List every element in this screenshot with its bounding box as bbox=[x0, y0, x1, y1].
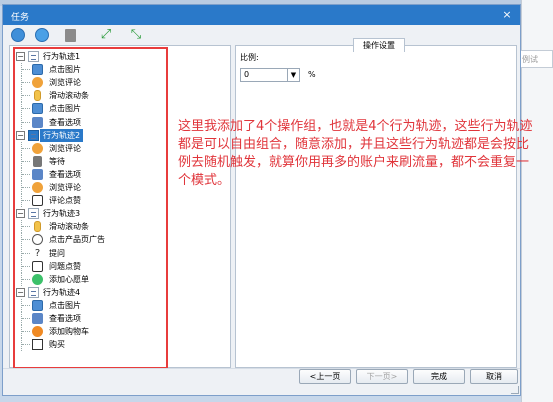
tree-action-label: 查看选项 bbox=[49, 314, 81, 323]
annotation-text: 这里我添加了4个操作组，也就是4个行为轨迹，这些行为轨迹都是可以自由组合，随意添… bbox=[178, 119, 533, 188]
comment-icon bbox=[32, 182, 43, 193]
collapse-toggle-icon[interactable]: − bbox=[16, 52, 25, 61]
tree-connector bbox=[22, 318, 30, 319]
trash-icon[interactable] bbox=[65, 29, 76, 42]
cancel-button[interactable]: 取消 bbox=[470, 369, 518, 384]
prev-button[interactable]: <上一页 bbox=[299, 369, 351, 384]
toolbar: ⤢ ⤡ bbox=[3, 25, 520, 45]
tree-connector bbox=[22, 95, 30, 97]
tree-group-label: 行为轨迹3 bbox=[43, 209, 81, 219]
scroll-icon bbox=[34, 221, 41, 233]
hourglass-icon bbox=[33, 155, 42, 167]
chevron-down-icon[interactable]: ▼ bbox=[287, 69, 299, 81]
tree-group-label: 行为轨迹4 bbox=[43, 287, 81, 297]
task-dialog: 任务 × ⤢ ⤡ − 行为轨迹1 点击图片 浏览评论 滑动滚动条 点击图片 查看选项 − 行为轨… bbox=[2, 4, 521, 396]
tree-action-label: 购买 bbox=[49, 340, 65, 350]
tree-connector bbox=[22, 187, 30, 188]
behavior-tree-panel: − 行为轨迹1 点击图片 浏览评论 滑动滚动条 点击图片 查看选项 − 行为轨迹2 浏览评论 等待查… bbox=[9, 45, 231, 369]
thumbs-up-icon bbox=[32, 195, 43, 207]
tree-action-label: 添加购物车 bbox=[49, 327, 89, 337]
tree-connector bbox=[22, 226, 30, 228]
tree-group-label: 行为轨迹2 bbox=[40, 128, 84, 142]
comment-icon bbox=[32, 142, 43, 154]
tree-connector bbox=[22, 344, 30, 346]
tree-action-label: 浏览评论 bbox=[49, 183, 81, 192]
tree-group-label: 行为轨迹1 bbox=[43, 52, 81, 61]
collapse-all-icon[interactable]: ⤡ bbox=[129, 28, 143, 42]
group-icon bbox=[28, 286, 39, 298]
resize-grip-icon[interactable] bbox=[511, 386, 519, 394]
tree-connector bbox=[22, 69, 30, 71]
tree-action-label: 点击图片 bbox=[49, 300, 81, 310]
add-icon[interactable] bbox=[11, 28, 25, 42]
collapse-toggle-icon[interactable]: − bbox=[16, 209, 25, 219]
ad-icon bbox=[32, 234, 43, 246]
remove-icon[interactable] bbox=[35, 28, 49, 42]
image-icon bbox=[32, 64, 43, 76]
tree-connector bbox=[22, 239, 30, 241]
ratio-value: 0 bbox=[244, 70, 250, 79]
wishlist-icon bbox=[32, 273, 43, 285]
view-options-icon bbox=[32, 313, 43, 324]
image-icon bbox=[32, 103, 43, 115]
tree-connector bbox=[22, 252, 30, 254]
thumbs-up-icon bbox=[32, 260, 43, 272]
expand-all-icon[interactable]: ⤢ bbox=[99, 28, 113, 42]
tree-connector bbox=[22, 173, 30, 175]
dialog-title: 任务 bbox=[11, 13, 30, 23]
finish-button[interactable]: 完成 bbox=[413, 369, 465, 384]
view-options-icon bbox=[32, 168, 43, 180]
tree-connector bbox=[22, 278, 30, 280]
settings-panel: 操作设置 比例: 0 ▼ % bbox=[235, 38, 517, 368]
tree-action-label: 点击产品页广告 bbox=[49, 235, 105, 245]
tree-connector bbox=[22, 200, 30, 202]
tree-action-label: 查看选项 bbox=[49, 117, 81, 127]
background-field: 例试 bbox=[519, 50, 553, 68]
view-options-icon bbox=[32, 116, 43, 128]
tree-action-label: 滑动滚动条 bbox=[49, 222, 89, 232]
close-icon[interactable]: × bbox=[500, 8, 514, 22]
tree-connector bbox=[22, 82, 30, 84]
tree-connector bbox=[22, 108, 30, 110]
tree-connector bbox=[22, 331, 30, 333]
collapse-toggle-icon[interactable]: − bbox=[16, 287, 25, 297]
ratio-unit: % bbox=[308, 70, 316, 79]
tree-action-label: 添加心愿单 bbox=[49, 274, 89, 284]
tree-connector bbox=[22, 147, 30, 149]
tree-action-label: 点击图片 bbox=[49, 104, 81, 114]
tree-action-label: 查看选项 bbox=[49, 169, 81, 179]
tree-action-label: 提问 bbox=[49, 248, 65, 258]
tree-connector bbox=[22, 121, 30, 123]
tree-action-label: 等待 bbox=[49, 156, 65, 166]
ratio-label: 比例: bbox=[240, 53, 259, 62]
question-icon: ? bbox=[32, 247, 43, 259]
tab-operation-settings[interactable]: 操作设置 bbox=[353, 38, 405, 52]
group-icon bbox=[28, 129, 39, 141]
group-icon bbox=[28, 208, 39, 220]
tree-action-label: 滑动滚动条 bbox=[49, 91, 89, 101]
tree-connector bbox=[22, 304, 30, 306]
tree-action-label: 浏览评论 bbox=[49, 78, 81, 88]
collapse-toggle-icon[interactable]: − bbox=[16, 130, 25, 140]
tree-connector bbox=[22, 265, 30, 267]
title-bar[interactable]: 任务 × bbox=[3, 5, 520, 25]
cart-icon bbox=[32, 339, 43, 351]
ratio-select[interactable]: 0 ▼ bbox=[240, 68, 300, 82]
tree-action-label: 问题点赞 bbox=[49, 261, 81, 271]
tree-action-label: 评论点赞 bbox=[49, 196, 81, 206]
tree-action-label: 浏览评论 bbox=[49, 143, 81, 153]
image-icon bbox=[32, 299, 43, 311]
cart-add-icon bbox=[32, 326, 43, 338]
group-icon bbox=[28, 51, 39, 62]
tree-action-label: 点击图片 bbox=[49, 65, 81, 75]
comment-icon bbox=[32, 77, 43, 89]
tree-connector bbox=[22, 160, 30, 162]
next-button[interactable]: 下一页> bbox=[356, 369, 408, 384]
scroll-icon bbox=[34, 90, 41, 102]
